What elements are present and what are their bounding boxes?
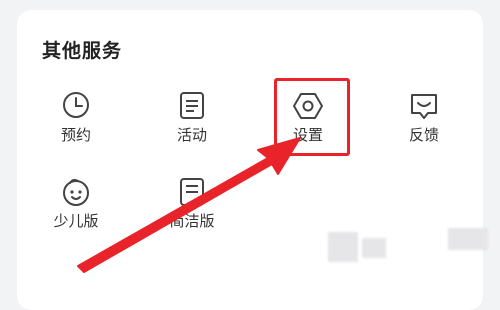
clock-icon xyxy=(58,88,94,124)
service-label: 少儿版 xyxy=(53,212,99,230)
service-feedback[interactable]: 反馈 xyxy=(384,88,464,168)
service-reserve[interactable]: 预约 xyxy=(36,88,116,168)
simple-mode-icon xyxy=(174,174,210,210)
watermark-blur-block xyxy=(448,228,488,250)
service-simple-mode[interactable]: 简洁版 xyxy=(152,174,232,254)
document-icon xyxy=(174,88,210,124)
feedback-icon xyxy=(406,88,442,124)
service-label: 设置 xyxy=(292,126,323,144)
service-label: 反馈 xyxy=(408,126,439,144)
service-activity[interactable]: 活动 xyxy=(152,88,232,168)
watermark-blur-block xyxy=(328,232,358,262)
service-label: 活动 xyxy=(176,126,207,144)
service-label: 预约 xyxy=(60,126,91,144)
service-label: 简洁版 xyxy=(169,212,215,230)
section-title: 其他服务 xyxy=(42,40,123,62)
service-kids-mode[interactable]: 少儿版 xyxy=(36,174,116,254)
child-face-icon xyxy=(58,174,94,210)
watermark-blur-block xyxy=(362,238,386,258)
service-settings[interactable]: 设置 xyxy=(268,88,348,168)
hexagon-settings-icon xyxy=(290,88,326,124)
